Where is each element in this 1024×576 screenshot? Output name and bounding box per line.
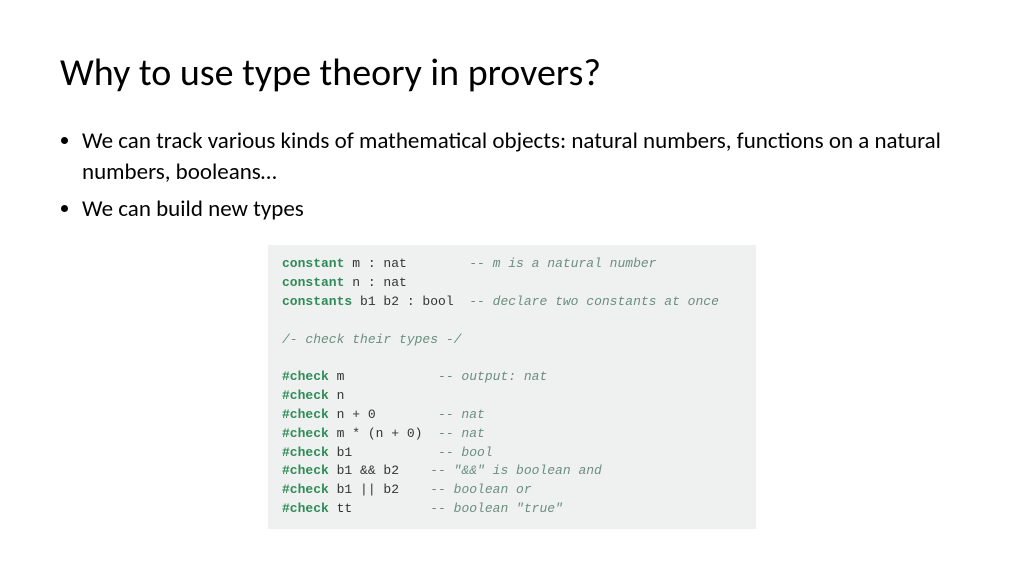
slide-title: Why to use type theory in provers? xyxy=(60,50,964,96)
code-keyword: #check xyxy=(282,426,329,441)
bullet-item: We can track various kinds of mathematic… xyxy=(82,126,964,188)
code-text: m : nat xyxy=(344,256,469,271)
code-text: b1 || b2 xyxy=(329,482,430,497)
code-text: n + 0 xyxy=(329,407,438,422)
code-keyword: #check xyxy=(282,388,329,403)
code-keyword: constant xyxy=(282,275,344,290)
code-text: b1 b2 : bool xyxy=(352,294,469,309)
code-keyword: #check xyxy=(282,369,329,384)
bullet-item: We can build new types xyxy=(82,194,964,225)
code-comment: -- bool xyxy=(438,445,493,460)
code-text: n xyxy=(329,388,345,403)
code-comment: -- m is a natural number xyxy=(469,256,656,271)
code-text: b1 xyxy=(329,445,438,460)
code-comment: -- boolean "true" xyxy=(430,501,563,516)
code-text: tt xyxy=(329,501,430,516)
code-keyword: #check xyxy=(282,482,329,497)
code-comment: /- check their types -/ xyxy=(282,332,461,347)
code-comment: -- nat xyxy=(438,426,485,441)
code-comment: -- nat xyxy=(438,407,485,422)
code-text: n : nat xyxy=(344,275,406,290)
code-text: b1 && b2 xyxy=(329,463,430,478)
code-text: m xyxy=(329,369,438,384)
code-keyword: #check xyxy=(282,501,329,516)
code-comment: -- "&&" is boolean and xyxy=(430,463,602,478)
code-keyword: #check xyxy=(282,445,329,460)
slide: Why to use type theory in provers? We ca… xyxy=(0,0,1024,529)
code-text: m * (n + 0) xyxy=(329,426,438,441)
code-block: constant m : nat -- m is a natural numbe… xyxy=(268,245,756,529)
code-comment: -- declare two constants at once xyxy=(469,294,719,309)
code-keyword: #check xyxy=(282,463,329,478)
bullet-list: We can track various kinds of mathematic… xyxy=(60,126,964,225)
code-keyword: constant xyxy=(282,256,344,271)
code-keyword: constants xyxy=(282,294,352,309)
code-comment: -- output: nat xyxy=(438,369,547,384)
code-comment: -- boolean or xyxy=(430,482,531,497)
code-keyword: #check xyxy=(282,407,329,422)
